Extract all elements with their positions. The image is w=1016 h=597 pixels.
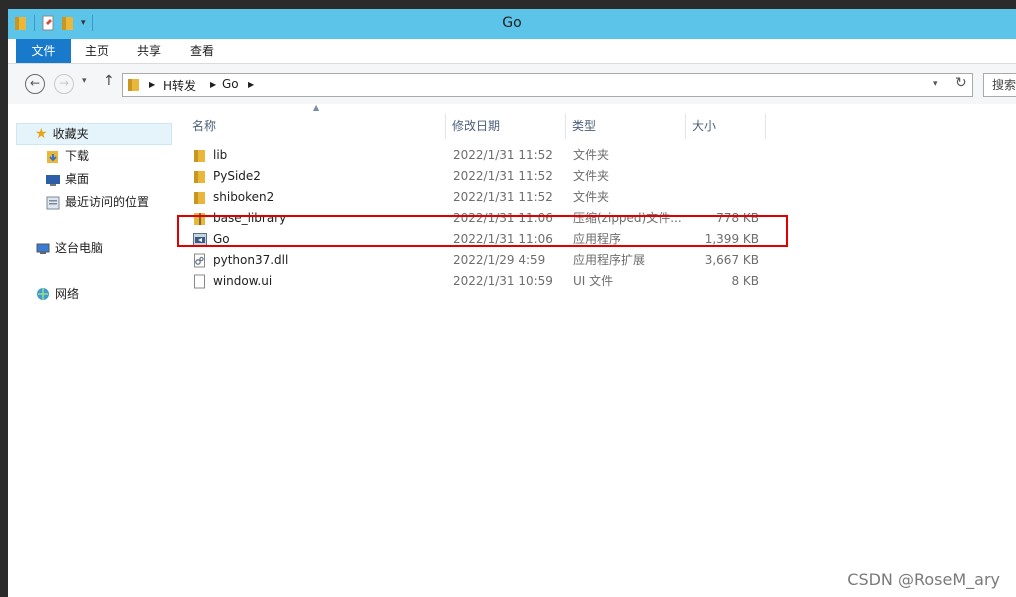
- sidebar-item-downloads[interactable]: 下载: [46, 145, 89, 167]
- up-arrow-icon[interactable]: ↑: [103, 73, 115, 89]
- explorer-window: ▾ Go 文件 主页 共享 查看 ← → ▾ ↑ ▶ H转发 ▶ Go ▶ ▾ …: [8, 9, 1016, 597]
- file-name: shiboken2: [213, 190, 275, 204]
- star-icon: ★: [35, 126, 48, 142]
- arrow-right-icon: →: [58, 76, 70, 90]
- file-list: ▲ 名称 修改日期 类型 大小 lib 2022/1/31 11:52 文件夹 PyS…: [175, 103, 1016, 597]
- file-date: 2022/1/29 4:59: [453, 253, 546, 267]
- forward-button[interactable]: →: [54, 74, 74, 94]
- refresh-icon[interactable]: ↻: [955, 75, 967, 91]
- sidebar-item-label: 桌面: [65, 172, 90, 186]
- address-history-chevron-icon[interactable]: ▾: [933, 79, 938, 89]
- file-name: lib: [213, 148, 228, 162]
- network-icon: [37, 287, 49, 300]
- folder-icon: [128, 79, 139, 91]
- file-size: 8 KB: [731, 274, 759, 288]
- breadcrumb-h-transfer[interactable]: H转发: [163, 77, 196, 94]
- file-name: PySide2: [213, 169, 261, 183]
- sidebar-item-this-pc[interactable]: 这台电脑: [36, 237, 103, 259]
- back-button[interactable]: ←: [25, 74, 45, 94]
- navigation-pane: ★ 收藏夹 下载 桌面 最近访问的位置 这台电脑 网络: [8, 104, 174, 597]
- folder-icon: [193, 190, 207, 205]
- file-type: 文件夹: [573, 169, 610, 183]
- ribbon-tabs: 文件 主页 共享 查看: [8, 39, 1016, 64]
- navigation-bar: ← → ▾ ↑ ▶ H转发 ▶ Go ▶ ▾ ↻ 搜索: [8, 64, 1016, 104]
- search-input[interactable]: 搜索: [983, 73, 1016, 97]
- window-title: Go: [502, 15, 522, 31]
- file-icon: [193, 274, 207, 289]
- sort-ascending-icon: ▲: [313, 103, 320, 112]
- desktop-icon: [46, 174, 60, 186]
- file-name: python37.dll: [213, 253, 289, 267]
- file-date: 2022/1/31 11:52: [453, 190, 553, 204]
- sidebar-item-label: 下载: [65, 149, 90, 163]
- breadcrumb-separator-icon[interactable]: ▶: [149, 80, 155, 89]
- sidebar-item-recent-places[interactable]: 最近访问的位置: [46, 191, 149, 213]
- column-header-size[interactable]: 大小: [686, 114, 766, 139]
- file-name: window.ui: [213, 274, 273, 288]
- sidebar-item-label: 这台电脑: [55, 241, 104, 255]
- file-row[interactable]: lib 2022/1/31 11:52 文件夹: [175, 145, 775, 166]
- file-date: 2022/1/31 11:52: [453, 169, 553, 183]
- file-type: 应用程序扩展: [573, 253, 646, 267]
- file-date: 2022/1/31 10:59: [453, 274, 553, 288]
- file-date: 2022/1/31 11:52: [453, 148, 553, 162]
- watermark: CSDN @RoseM_ary: [847, 570, 1000, 589]
- file-type: 文件夹: [573, 148, 610, 162]
- arrow-left-icon: ←: [29, 76, 41, 90]
- highlight-box: [177, 215, 788, 247]
- dll-icon: [193, 253, 207, 268]
- file-row[interactable]: window.ui 2022/1/31 10:59 UI 文件 8 KB: [175, 271, 775, 292]
- file-row[interactable]: shiboken2 2022/1/31 11:52 文件夹: [175, 187, 775, 208]
- sidebar-item-favorites[interactable]: ★ 收藏夹: [16, 123, 172, 145]
- file-row[interactable]: PySide2 2022/1/31 11:52 文件夹: [175, 166, 775, 187]
- breadcrumb-separator-icon[interactable]: ▶: [248, 80, 254, 89]
- tab-view[interactable]: 查看: [185, 39, 219, 63]
- column-header-date[interactable]: 修改日期: [446, 114, 566, 139]
- folder-icon: [193, 148, 207, 163]
- recent-places-icon: [46, 196, 60, 209]
- file-row[interactable]: python37.dll 2022/1/29 4:59 应用程序扩展 3,667 KB: [175, 250, 775, 271]
- title-bar[interactable]: ▾ Go: [8, 9, 1016, 39]
- sidebar-item-label: 收藏夹: [52, 127, 89, 141]
- downloads-folder-icon: [47, 150, 58, 163]
- file-size: 3,667 KB: [704, 253, 759, 267]
- address-bar[interactable]: ▶ H转发 ▶ Go ▶ ▾ ↻: [122, 73, 973, 97]
- file-type: 文件夹: [573, 190, 610, 204]
- column-header-type[interactable]: 类型: [566, 114, 686, 139]
- tab-share[interactable]: 共享: [132, 39, 166, 63]
- content-area: ← → ▾ ↑ ▶ H转发 ▶ Go ▶ ▾ ↻ 搜索 ★ 收藏夹 下载 桌面 …: [8, 64, 1016, 597]
- file-type: UI 文件: [573, 274, 614, 288]
- computer-icon: [36, 243, 50, 254]
- tab-file[interactable]: 文件: [16, 39, 71, 63]
- sidebar-item-network[interactable]: 网络: [36, 283, 79, 305]
- sidebar-item-label: 网络: [55, 287, 80, 301]
- tab-home[interactable]: 主页: [80, 39, 114, 63]
- breadcrumb-go[interactable]: Go: [222, 77, 239, 91]
- column-header-name[interactable]: 名称: [180, 114, 446, 139]
- breadcrumb-separator-icon[interactable]: ▶: [210, 80, 216, 89]
- sidebar-item-desktop[interactable]: 桌面: [46, 168, 89, 190]
- recent-locations-chevron-icon[interactable]: ▾: [82, 76, 87, 86]
- folder-icon: [193, 169, 207, 184]
- sidebar-item-label: 最近访问的位置: [65, 195, 150, 209]
